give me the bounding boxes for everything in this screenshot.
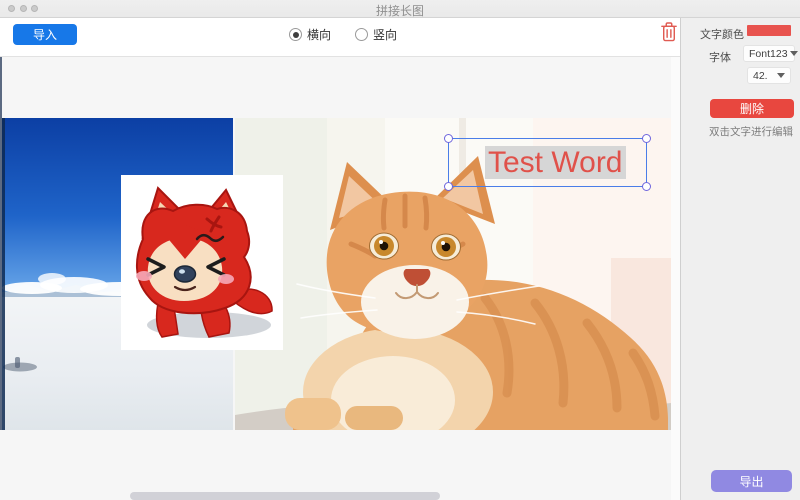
radio-vertical-label: 竖向 (373, 26, 397, 43)
radio-selected-icon[interactable] (289, 28, 302, 41)
toolbar: 导入 横向 竖向 (0, 18, 680, 57)
vertical-scrollbar-track[interactable] (671, 57, 680, 500)
import-button[interactable]: 导入 (13, 24, 77, 45)
horizontal-scrollbar[interactable] (130, 492, 440, 500)
delete-button[interactable]: 删除 (710, 99, 794, 118)
font-size-select[interactable]: 42. (747, 67, 791, 84)
resize-handle-top-left[interactable] (444, 134, 453, 143)
chevron-down-icon (790, 51, 798, 56)
text-color-label: 文字颜色 (700, 26, 744, 42)
trash-icon[interactable] (660, 21, 678, 43)
radio-vertical[interactable]: 竖向 (355, 26, 397, 43)
window-title: 拼接长图 (0, 2, 800, 19)
radio-horizontal-label: 横向 (307, 26, 331, 43)
edit-hint-text: 双击文字进行编辑 (691, 124, 800, 139)
resize-handle-bottom-left[interactable] (444, 182, 453, 191)
text-color-swatch[interactable] (747, 25, 791, 36)
font-family-value: Font123 (749, 48, 788, 60)
font-label: 字体 (709, 49, 731, 65)
resize-handle-top-right[interactable] (642, 134, 651, 143)
text-element-selection[interactable]: Test Word (448, 138, 647, 187)
font-size-value: 42. (753, 70, 768, 82)
resize-handle-bottom-right[interactable] (642, 182, 651, 191)
radio-horizontal[interactable]: 横向 (289, 26, 331, 43)
app-window: 拼接长图 导入 横向 竖向 (0, 0, 800, 500)
orientation-radio-group: 横向 竖向 (289, 26, 397, 43)
radio-unselected-icon[interactable] (355, 28, 368, 41)
sidebar: 文字颜色 字体 Font123 42. 删除 双击文字进行编辑 导出 (680, 18, 800, 500)
text-element[interactable]: Test Word (485, 146, 626, 179)
title-bar: 拼接长图 (0, 0, 800, 18)
chevron-down-icon (777, 73, 785, 78)
fox-sticker[interactable] (121, 175, 283, 350)
canvas-area[interactable]: Test Word (0, 57, 680, 500)
font-family-select[interactable]: Font123 (743, 45, 795, 62)
export-button[interactable]: 导出 (711, 470, 792, 492)
